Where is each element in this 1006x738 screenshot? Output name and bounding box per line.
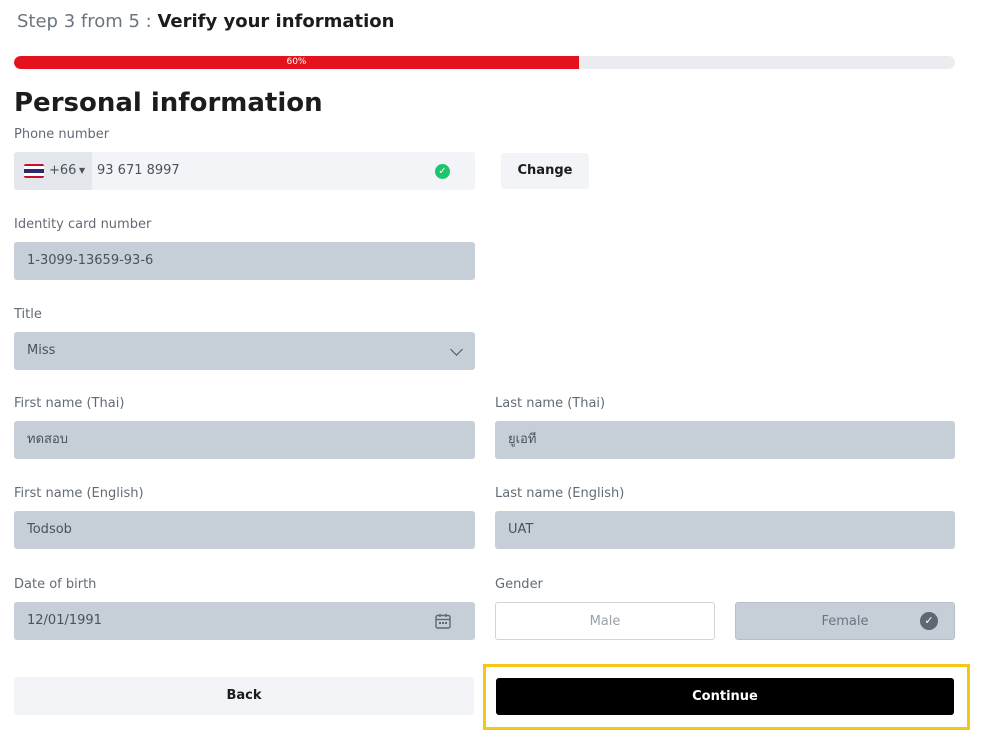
dob-value: 12/01/1991 [27, 613, 102, 628]
last-name-en-input[interactable]: UAT [495, 511, 955, 549]
back-button[interactable]: Back [14, 677, 474, 715]
phone-label: Phone number [14, 127, 110, 142]
country-code-select[interactable]: +66 ▼ [14, 152, 92, 190]
progress-label: 60% [286, 57, 307, 67]
gender-female-option[interactable]: Female ✓ [735, 602, 955, 640]
gender-female-label: Female [821, 614, 869, 629]
country-code-value: +66 [49, 163, 77, 178]
first-name-en-input[interactable]: Todsob [14, 511, 475, 549]
last-name-thai-label: Last name (Thai) [495, 396, 606, 411]
continue-button[interactable]: Continue [496, 678, 954, 715]
calendar-icon[interactable] [434, 612, 452, 630]
step-title: Verify your information [157, 11, 395, 32]
first-name-en-label: First name (English) [14, 486, 144, 501]
gender-label: Gender [495, 577, 543, 592]
step-counter: Step 3 from 5 : [17, 11, 152, 32]
last-name-thai-input[interactable]: ยูเอที [495, 421, 955, 459]
first-name-thai-input[interactable]: ทดสอบ [14, 421, 475, 459]
title-select[interactable]: Miss [14, 332, 475, 370]
thailand-flag-icon [24, 164, 44, 178]
identity-label: Identity card number [14, 217, 152, 232]
gender-male-option[interactable]: Male [495, 602, 715, 640]
phone-input[interactable]: 93 671 8997 [97, 152, 180, 190]
change-phone-button[interactable]: Change [501, 153, 589, 189]
dob-label: Date of birth [14, 577, 97, 592]
title-value: Miss [27, 343, 56, 358]
last-name-en-label: Last name (English) [495, 486, 625, 501]
first-name-thai-label: First name (Thai) [14, 396, 125, 411]
identity-input[interactable]: 1-3099-13659-93-6 [14, 242, 475, 280]
title-label: Title [14, 307, 42, 322]
phone-field: +66 ▼ 93 671 8997 ✓ [14, 152, 475, 190]
dob-input[interactable]: 12/01/1991 [14, 602, 475, 640]
chevron-down-icon [450, 343, 463, 356]
page-title: Personal information [14, 88, 323, 118]
check-circle-icon: ✓ [435, 164, 450, 179]
check-circle-icon: ✓ [920, 612, 938, 630]
progress-bar: 60% [14, 56, 955, 69]
step-indicator: Step 3 from 5 : Verify your information [17, 10, 394, 34]
caret-down-icon: ▼ [79, 166, 86, 175]
